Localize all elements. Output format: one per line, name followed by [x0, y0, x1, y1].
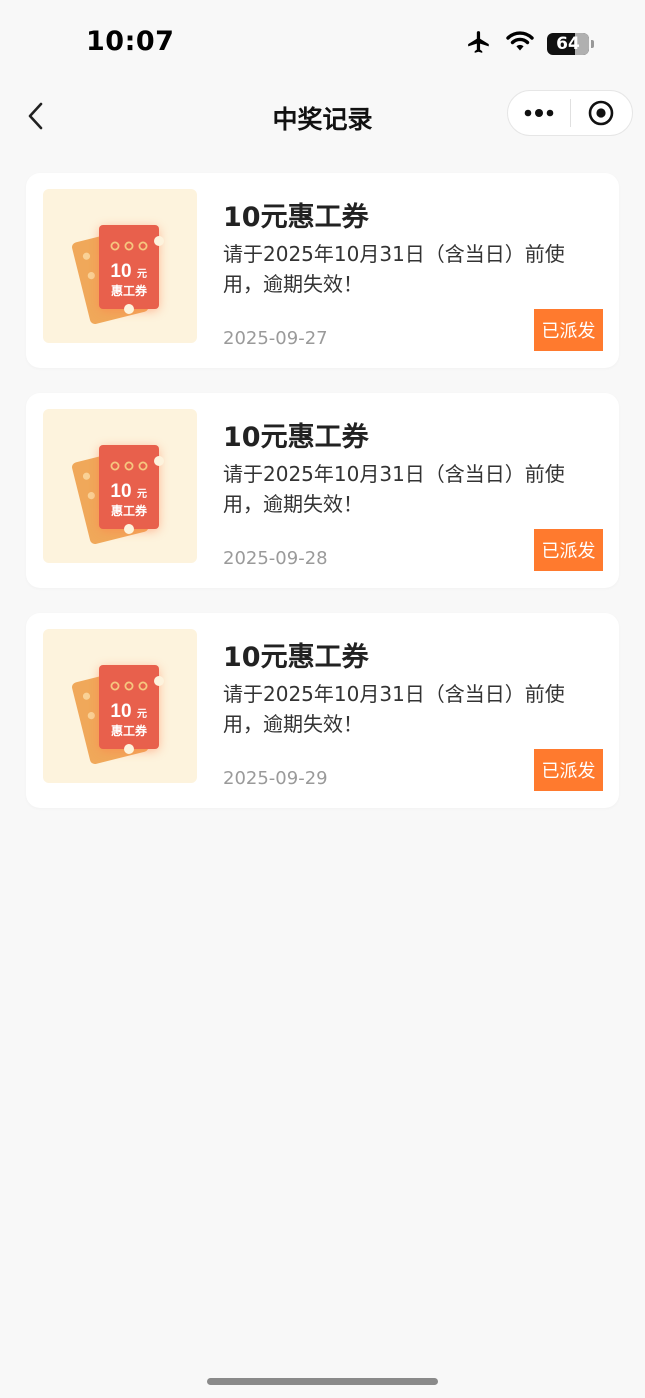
- record-card[interactable]: 10 元 惠工券 10元惠工券 请于2025年10月31日（含当日）前使用，逾期…: [26, 393, 619, 588]
- record-card[interactable]: 10 元 惠工券 10元惠工券 请于2025年10月31日（含当日）前使用，逾期…: [26, 173, 619, 368]
- prize-date: 2025-09-29: [223, 768, 328, 789]
- voucher-amount: 10: [110, 261, 131, 282]
- prize-date: 2025-09-27: [223, 328, 328, 349]
- prize-description: 请于2025年10月31日（含当日）前使用，逾期失效！: [223, 242, 565, 296]
- airplane-icon: [465, 29, 493, 59]
- voucher-unit: 元: [137, 708, 147, 720]
- battery-icon: 64: [547, 33, 594, 55]
- prize-description: 请于2025年10月31日（含当日）前使用，逾期失效！: [223, 462, 565, 516]
- mini-program-capsule: [507, 90, 633, 136]
- prize-title: 10元惠工券: [223, 642, 369, 673]
- voucher-icon: 10 元 惠工券: [72, 225, 164, 325]
- voucher-label: 惠工券: [111, 283, 148, 298]
- voucher-image: 10 元 惠工券: [43, 409, 197, 563]
- close-button[interactable]: [570, 91, 632, 135]
- status-badge: 已派发: [534, 749, 603, 791]
- battery-level: 64: [556, 34, 580, 54]
- more-button[interactable]: [508, 91, 570, 135]
- voucher-unit: 元: [137, 268, 147, 280]
- voucher-amount: 10: [110, 701, 131, 722]
- record-list: 10 元 惠工券 10元惠工券 请于2025年10月31日（含当日）前使用，逾期…: [26, 173, 619, 833]
- prize-title: 10元惠工券: [223, 202, 369, 233]
- prize-title: 10元惠工券: [223, 422, 369, 453]
- home-indicator: [207, 1378, 438, 1385]
- status-icons: 64: [465, 29, 594, 59]
- voucher-icon: 10 元 惠工券: [72, 665, 164, 765]
- voucher-amount: 10: [110, 481, 131, 502]
- voucher-image: 10 元 惠工券: [43, 629, 197, 783]
- wifi-icon: [505, 30, 535, 58]
- target-circle-icon: [588, 100, 614, 126]
- status-badge: 已派发: [534, 309, 603, 351]
- prize-description: 请于2025年10月31日（含当日）前使用，逾期失效！: [223, 682, 565, 736]
- status-time: 10:07: [86, 26, 175, 57]
- voucher-label: 惠工券: [111, 723, 148, 738]
- status-badge: 已派发: [534, 529, 603, 571]
- nav-bar: 中奖记录: [0, 88, 645, 144]
- record-card[interactable]: 10 元 惠工券 10元惠工券 请于2025年10月31日（含当日）前使用，逾期…: [26, 613, 619, 808]
- voucher-unit: 元: [137, 488, 147, 500]
- status-bar: 10:07 64: [0, 0, 645, 88]
- voucher-label: 惠工券: [111, 503, 148, 518]
- voucher-image: 10 元 惠工券: [43, 189, 197, 343]
- prize-date: 2025-09-28: [223, 548, 328, 569]
- voucher-icon: 10 元 惠工券: [72, 445, 164, 545]
- more-dots-icon: [524, 109, 554, 117]
